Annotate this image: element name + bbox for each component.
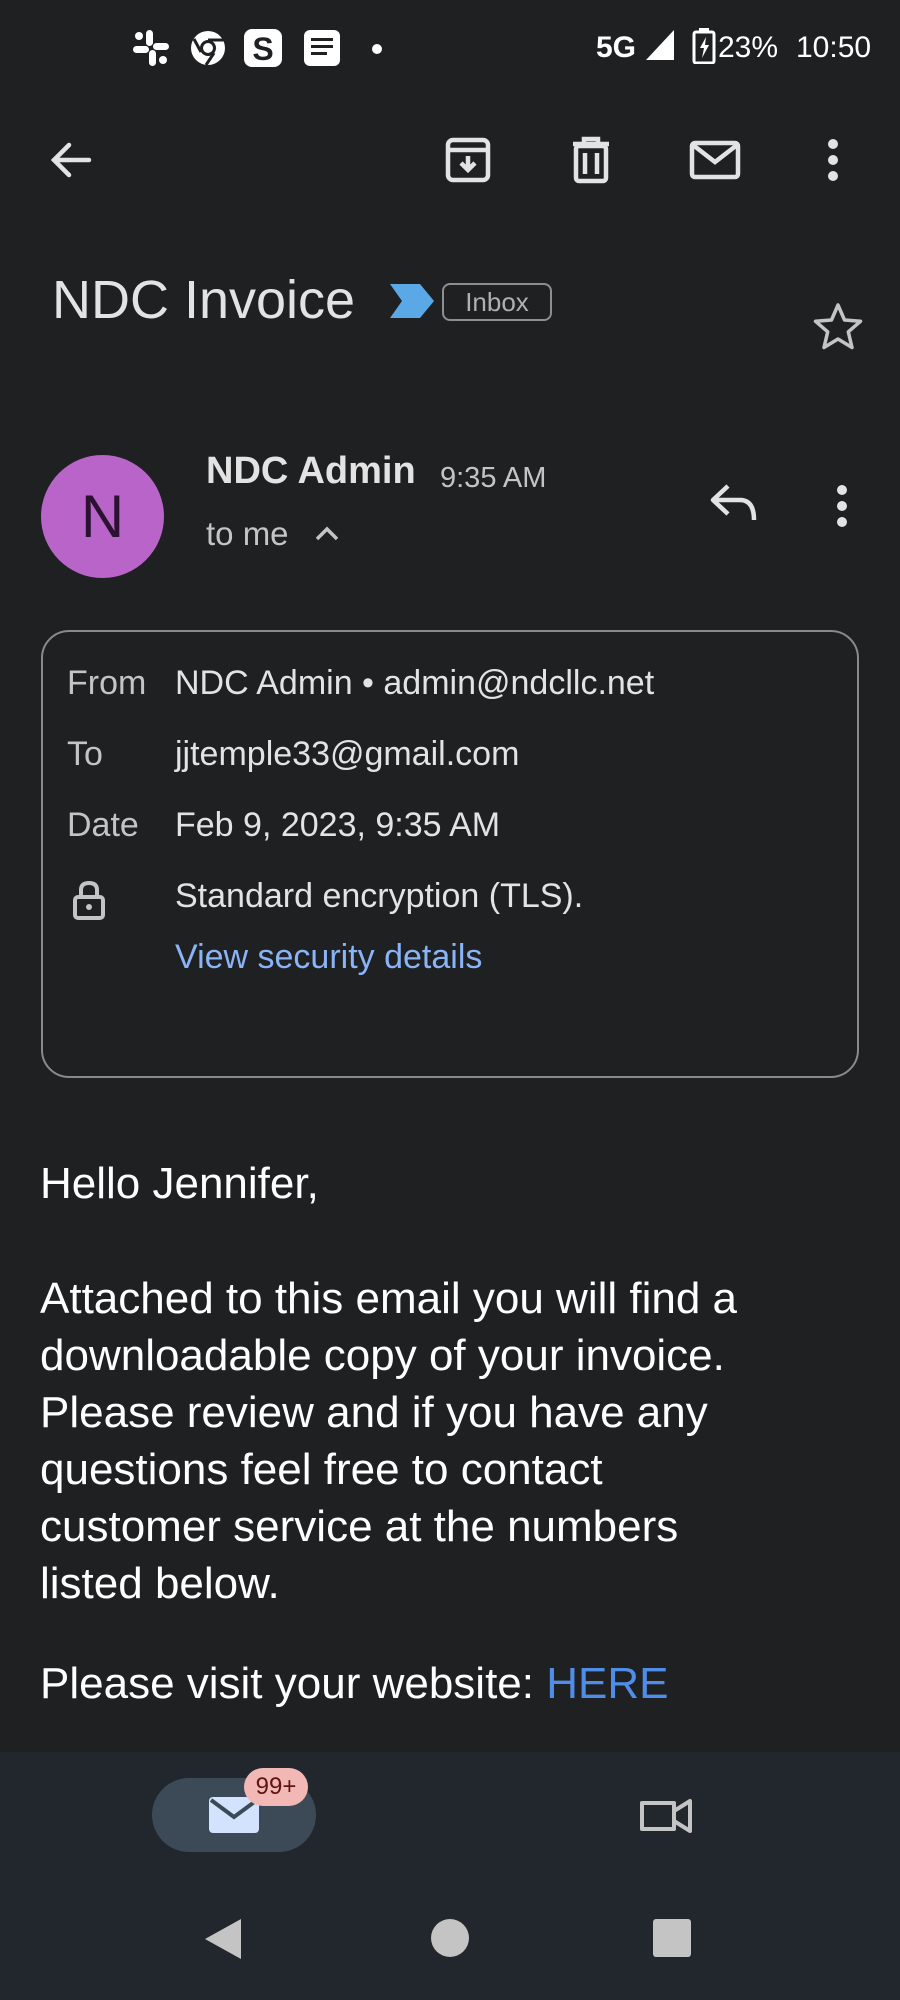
from-value: NDC Admin • admin@ndcllc.net: [175, 664, 655, 702]
body-line: Attached to this email you will find a: [40, 1274, 738, 1323]
visit-line: Please visit your website: HERE: [40, 1655, 668, 1712]
triangle-back-icon: [205, 1919, 241, 1959]
body-line: Please review and if you have any: [40, 1388, 708, 1437]
mark-unread-icon: [689, 140, 741, 180]
archive-button[interactable]: [438, 130, 498, 190]
slack-icon: [131, 28, 171, 68]
sent-time: 9:35 AM: [440, 462, 547, 494]
svg-text:S: S: [252, 31, 273, 67]
message-icon: [302, 28, 342, 68]
clock: 10:50: [796, 31, 872, 64]
chrome-icon: [188, 28, 228, 68]
back-arrow-icon: [50, 142, 92, 178]
email-subject: NDC Invoice: [52, 270, 356, 330]
message-more-button[interactable]: [836, 484, 848, 528]
more-vert-icon: [837, 485, 847, 527]
delete-icon: [573, 136, 609, 184]
star-icon: [813, 303, 863, 350]
body-line: listed below.: [40, 1559, 280, 1608]
reply-button[interactable]: [708, 482, 760, 524]
more-options-button[interactable]: [803, 130, 863, 190]
visit-text: Please visit your website:: [40, 1659, 547, 1708]
sender-name: NDC Admin: [206, 450, 416, 492]
body-line: questions feel free to contact: [40, 1445, 603, 1494]
to-value: jjtemple33@gmail.com: [175, 735, 520, 773]
star-button[interactable]: [812, 302, 864, 352]
date-label: Date: [67, 806, 139, 844]
body-line: customer service at the numbers: [40, 1502, 679, 1551]
back-button[interactable]: [40, 130, 100, 190]
system-home-button[interactable]: [431, 1919, 469, 1957]
battery-percent: 23%: [718, 31, 779, 64]
unread-count-badge: 99+: [244, 1768, 308, 1806]
avatar[interactable]: N: [41, 455, 164, 578]
system-back-button[interactable]: [203, 1917, 243, 1961]
battery-charging-icon: [692, 28, 716, 68]
greeting: Hello Jennifer,: [40, 1159, 319, 1208]
delete-button[interactable]: [561, 130, 621, 190]
network-label: 5G: [596, 31, 637, 64]
body-line: downloadable copy of your invoice.: [40, 1331, 725, 1380]
lock-icon: [72, 880, 106, 920]
recipient-summary[interactable]: to me: [206, 515, 289, 553]
bottom-navigation: [0, 1752, 900, 2000]
here-link[interactable]: HERE: [546, 1659, 668, 1708]
notification-dot: [372, 44, 382, 54]
encryption-text: Standard encryption (TLS).: [175, 877, 584, 915]
body-paragraph: Attached to this email you will find a d…: [40, 1270, 737, 1612]
signal-icon: [644, 28, 684, 68]
system-recents-button[interactable]: [653, 1919, 691, 1957]
reply-icon: [710, 484, 757, 521]
mark-unread-button[interactable]: [685, 130, 745, 190]
more-vert-icon: [828, 139, 838, 181]
archive-icon: [445, 137, 491, 183]
chevron-up-icon[interactable]: [314, 524, 340, 542]
importance-marker-icon[interactable]: [388, 282, 436, 320]
video-camera-icon: [640, 1799, 692, 1833]
view-security-details-link[interactable]: View security details: [175, 938, 482, 977]
inbox-label-chip[interactable]: Inbox: [442, 283, 552, 321]
from-label: From: [67, 664, 147, 702]
meet-tab[interactable]: [638, 1795, 694, 1837]
to-label: To: [67, 735, 103, 773]
s-app-icon: S: [243, 28, 283, 68]
date-value: Feb 9, 2023, 9:35 AM: [175, 806, 501, 844]
